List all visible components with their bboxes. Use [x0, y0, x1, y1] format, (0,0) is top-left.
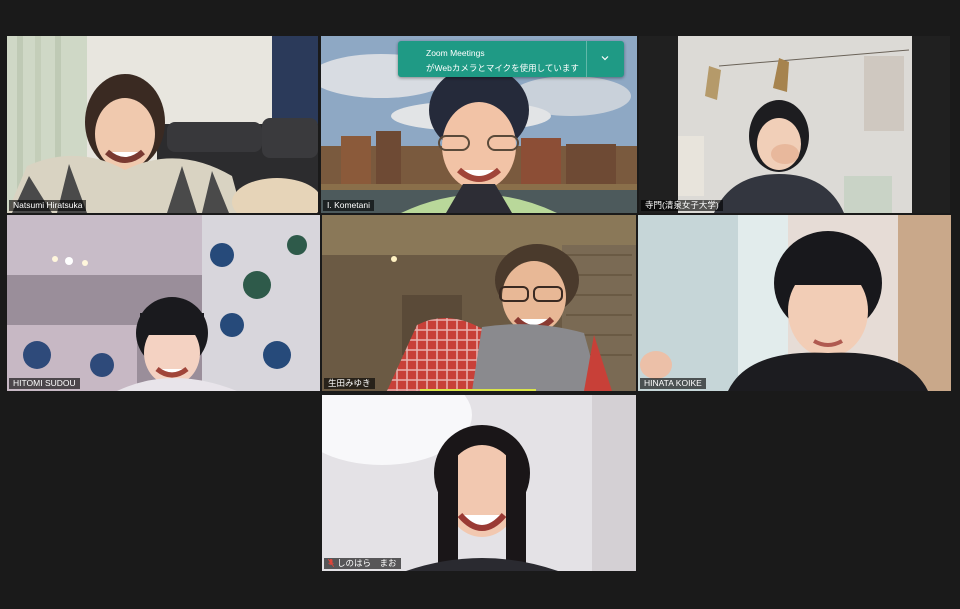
participant-name-label: HINATA KOIKE: [640, 378, 706, 389]
participant-name-label: しのはら まお: [324, 558, 401, 569]
participant-name-label: Natsumi Hiratsuka: [9, 200, 87, 211]
video-tile-ikuta-miyuki[interactable]: 生田みゆき: [322, 215, 636, 391]
notification-title: Zoom Meetings: [426, 48, 485, 58]
participant-video: [7, 36, 318, 213]
participant-video: [7, 215, 320, 391]
participant-name-label: 寺門(清泉女子大学): [641, 200, 723, 211]
gallery-view: Natsumi Hiratsuka I. Kometani Zoom Meeti…: [0, 0, 960, 609]
participant-name-label: 生田みゆき: [324, 378, 375, 389]
participant-name-label: I. Kometani: [323, 200, 374, 211]
speaking-indicator: [420, 389, 536, 391]
video-tile-shinohara-mao[interactable]: しのはら まお: [322, 395, 636, 571]
camera-mic-notification[interactable]: Zoom Meetings がWebカメラとマイクを使用しています: [398, 41, 624, 77]
video-tile-hitomi-sudou[interactable]: HITOMI SUDOU: [7, 215, 320, 391]
video-tile-hinata-koike[interactable]: HINATA KOIKE: [638, 215, 951, 391]
chevron-down-icon[interactable]: [599, 52, 611, 64]
muted-mic-icon: [328, 559, 334, 567]
video-tile-natsumi-hiratsuka[interactable]: Natsumi Hiratsuka: [7, 36, 318, 213]
video-tile-terakado[interactable]: 寺門(清泉女子大学): [639, 36, 950, 213]
notification-divider: [586, 41, 587, 77]
participant-video: [639, 36, 950, 213]
participant-video: [322, 395, 636, 571]
notification-message: がWebカメラとマイクを使用しています: [426, 63, 579, 73]
participant-name-label: HITOMI SUDOU: [9, 378, 80, 389]
participant-video: [322, 215, 636, 391]
participant-video: [638, 215, 951, 391]
